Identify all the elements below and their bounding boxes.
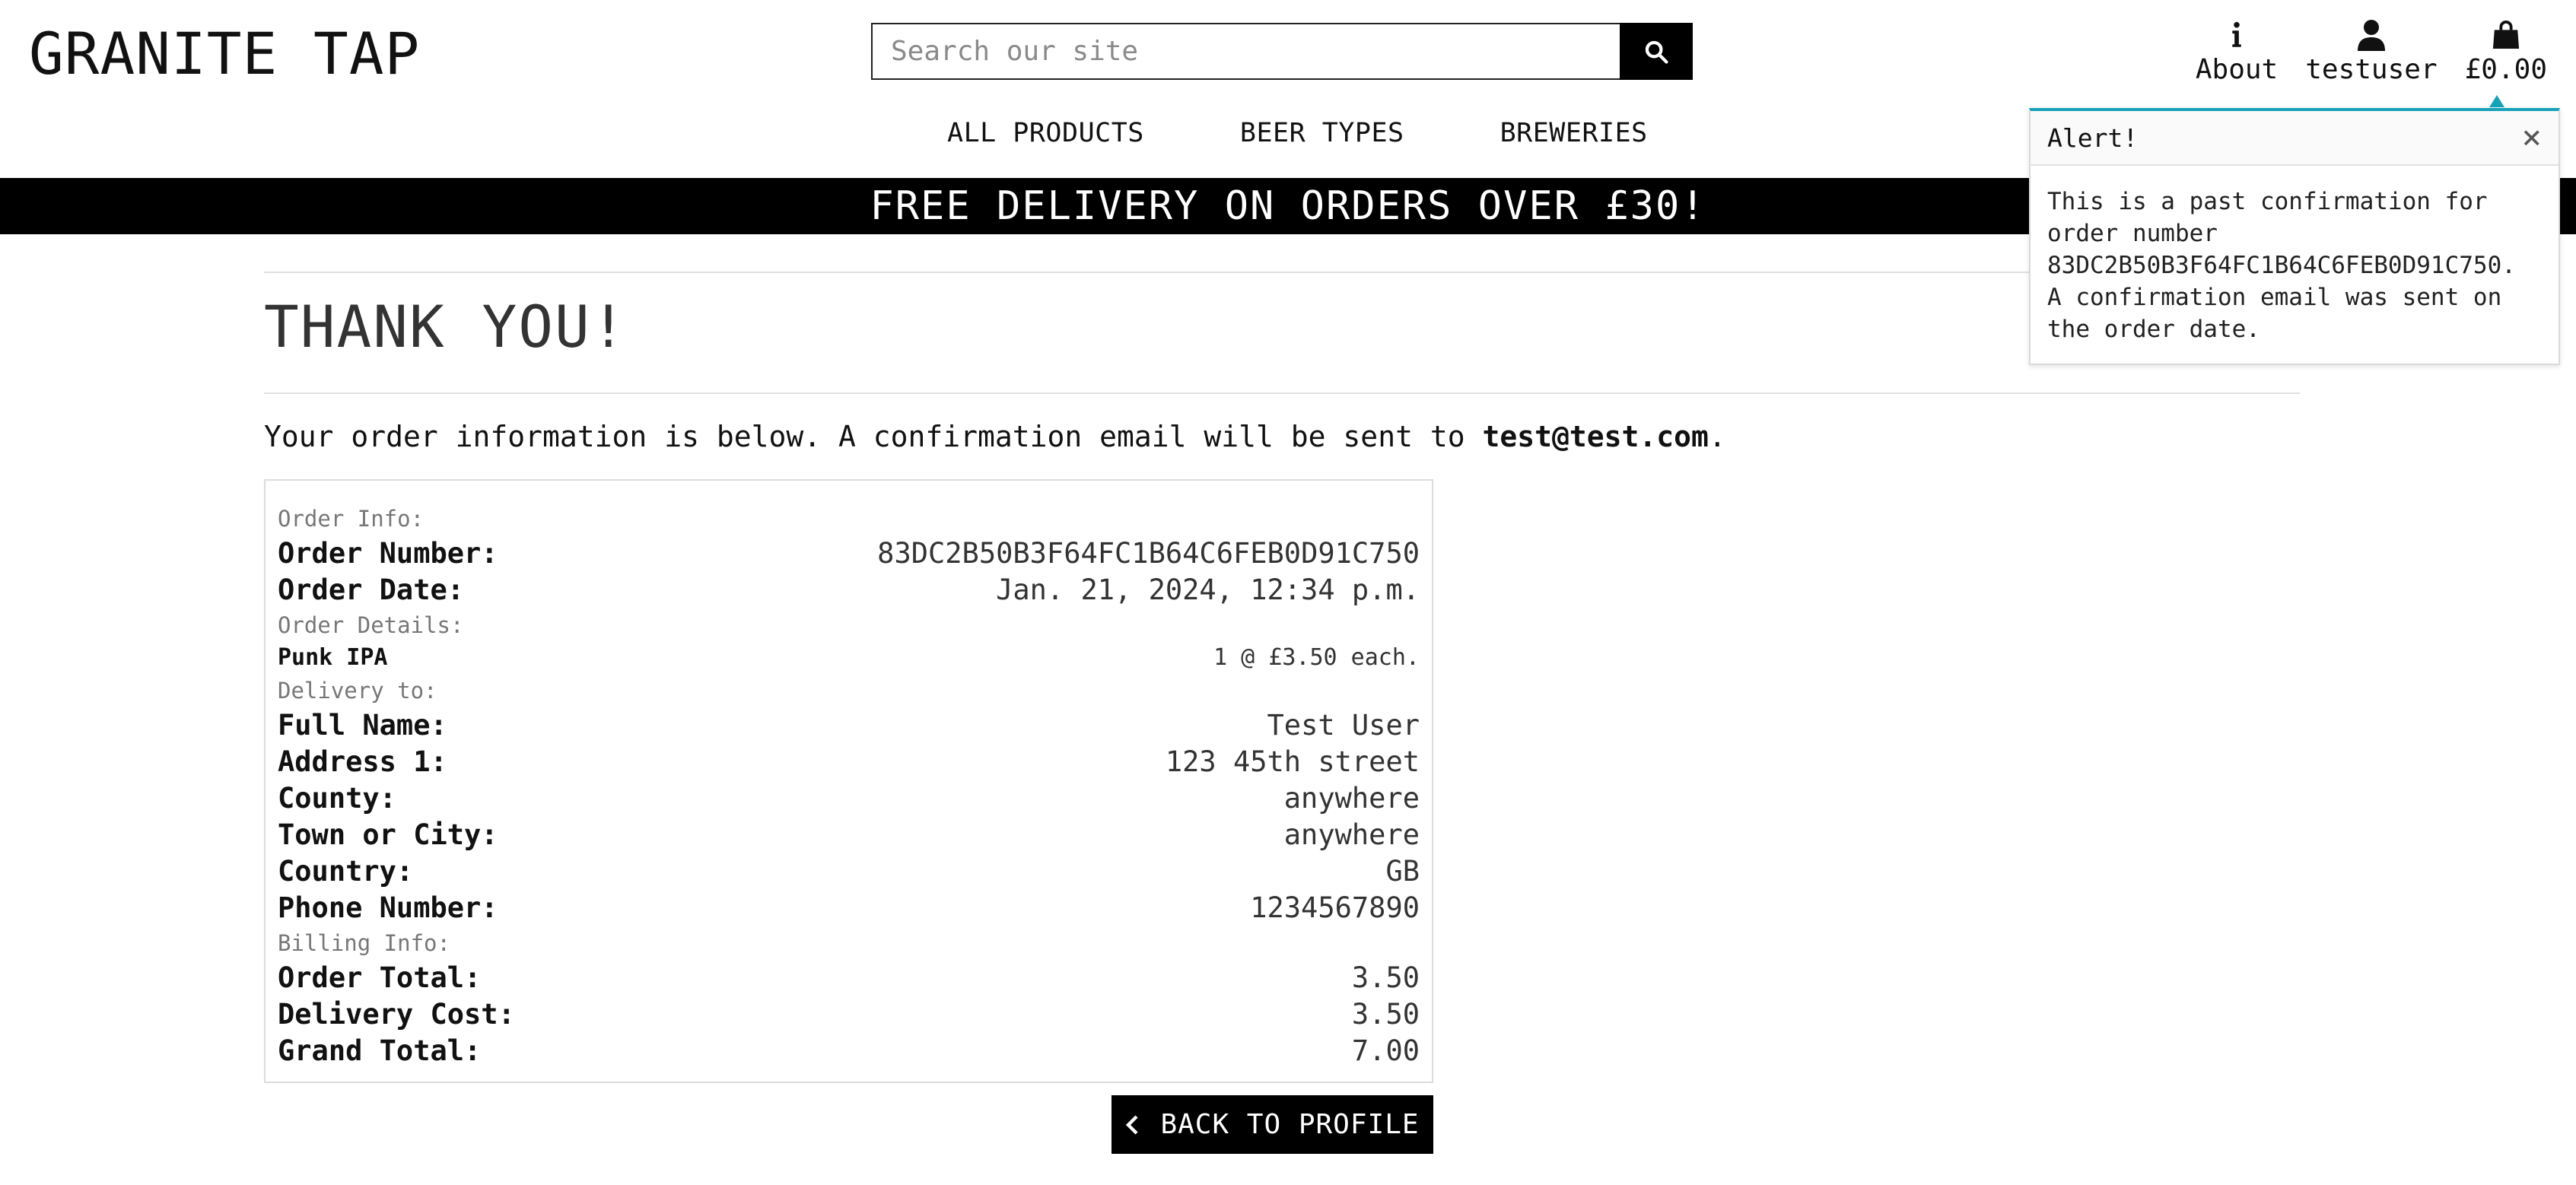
order-number-row: Order Number: 83DC2B50B3F64FC1B64C6FEB0D…: [278, 535, 1420, 572]
town-value: anywhere: [1283, 818, 1420, 851]
divider-top: [264, 272, 2300, 273]
order-number-label: Order Number:: [278, 537, 498, 570]
order-item-row: Punk IPA 1 @ £3.50 each.: [278, 642, 1420, 674]
intro-suffix: .: [1708, 420, 1726, 453]
search-button[interactable]: [1620, 23, 1693, 80]
about-label: About: [2195, 54, 2279, 85]
back-to-profile-label: BACK TO PROFILE: [1160, 1109, 1420, 1140]
order-summary: Order Info: Order Number: 83DC2B50B3F64F…: [264, 479, 1433, 1083]
grand-total-value: 7.00: [1351, 1034, 1420, 1067]
account-label: testuser: [2305, 54, 2438, 85]
header-links: About testuser £0.00: [2182, 17, 2561, 87]
country-label: Country:: [278, 855, 414, 888]
account-link[interactable]: testuser: [2291, 17, 2450, 87]
order-date-row: Order Date: Jan. 21, 2024, 12:34 p.m.: [278, 572, 1420, 608]
bag-total: £0.00: [2464, 54, 2547, 85]
alert-title: Alert!: [2047, 122, 2139, 153]
order-date-label: Order Date:: [278, 573, 465, 606]
alert-header: Alert! ×: [2031, 111, 2559, 166]
page-title: THANK YOU!: [264, 293, 628, 361]
phone-label: Phone Number:: [278, 891, 498, 924]
county-value: anywhere: [1283, 782, 1420, 815]
order-total-value: 3.50: [1351, 961, 1420, 994]
search-input[interactable]: [871, 23, 1620, 80]
country-value: GB: [1385, 855, 1420, 888]
order-info-label: Order Info:: [278, 506, 425, 532]
phone-value: 1234567890: [1250, 891, 1420, 924]
phone-row: Phone Number: 1234567890: [278, 890, 1420, 926]
nav-all-products[interactable]: ALL PRODUCTS: [947, 118, 1144, 148]
grand-total-row: Grand Total: 7.00: [278, 1033, 1420, 1069]
alert-close-button[interactable]: ×: [2522, 121, 2543, 154]
delivery-cost-row: Delivery Cost: 3.50: [278, 996, 1420, 1033]
delivery-cost-value: 3.50: [1351, 998, 1420, 1031]
order-total-row: Order Total: 3.50: [278, 960, 1420, 996]
main-nav: ALL PRODUCTS BEER TYPES BREWERIES: [947, 118, 1648, 148]
item-name: Punk IPA: [278, 644, 388, 671]
grand-total-label: Grand Total:: [278, 1034, 482, 1067]
order-intro: Your order information is below. A confi…: [264, 420, 1726, 453]
search-icon: [1645, 40, 1668, 64]
county-label: County:: [278, 782, 396, 815]
order-date-value: Jan. 21, 2024, 12:34 p.m.: [996, 573, 1420, 606]
town-label: Town or City:: [278, 818, 498, 851]
address1-value: 123 45th street: [1165, 745, 1420, 778]
full-name-value: Test User: [1267, 709, 1420, 742]
full-name-row: Full Name: Test User: [278, 707, 1420, 744]
back-to-profile-button[interactable]: BACK TO PROFILE: [1111, 1095, 1433, 1154]
country-row: Country: GB: [278, 853, 1420, 890]
user-icon: [2357, 20, 2385, 51]
order-total-label: Order Total:: [278, 961, 482, 994]
site-logo[interactable]: GRANITE TAP: [29, 20, 420, 88]
billing-label: Billing Info:: [278, 930, 450, 956]
confirmation-email: test@test.com: [1482, 420, 1709, 453]
alert-message: This is a past confirmation for order nu…: [2047, 188, 2516, 343]
alert-toast: Alert! × This is a past confirmation for…: [2029, 108, 2560, 365]
search-form: [871, 23, 1693, 80]
order-details-label: Order Details:: [278, 612, 464, 638]
order-number-value: 83DC2B50B3F64FC1B64C6FEB0D91C750: [877, 537, 1420, 570]
alert-pointer: [2489, 95, 2504, 107]
address1-label: Address 1:: [278, 745, 447, 778]
delivery-cost-label: Delivery Cost:: [278, 998, 515, 1031]
town-row: Town or City: anywhere: [278, 817, 1420, 853]
address1-row: Address 1: 123 45th street: [278, 744, 1420, 780]
nav-beer-types[interactable]: BEER TYPES: [1240, 118, 1404, 148]
intro-text: Your order information is below. A confi…: [264, 420, 1483, 453]
nav-breweries[interactable]: BREWERIES: [1500, 118, 1648, 148]
item-quantity-price: 1 @ £3.50 each.: [1213, 644, 1420, 671]
divider-bottom: [264, 392, 2300, 394]
delivery-label: Delivery to:: [278, 678, 437, 704]
info-icon: [2232, 21, 2241, 47]
shopping-bag-link[interactable]: £0.00: [2451, 17, 2561, 87]
full-name-label: Full Name:: [278, 709, 447, 742]
county-row: County: anywhere: [278, 780, 1420, 817]
chevron-left-icon: [1126, 1114, 1138, 1135]
shopping-bag-icon: [2492, 21, 2519, 49]
about-link[interactable]: About: [2182, 17, 2291, 87]
